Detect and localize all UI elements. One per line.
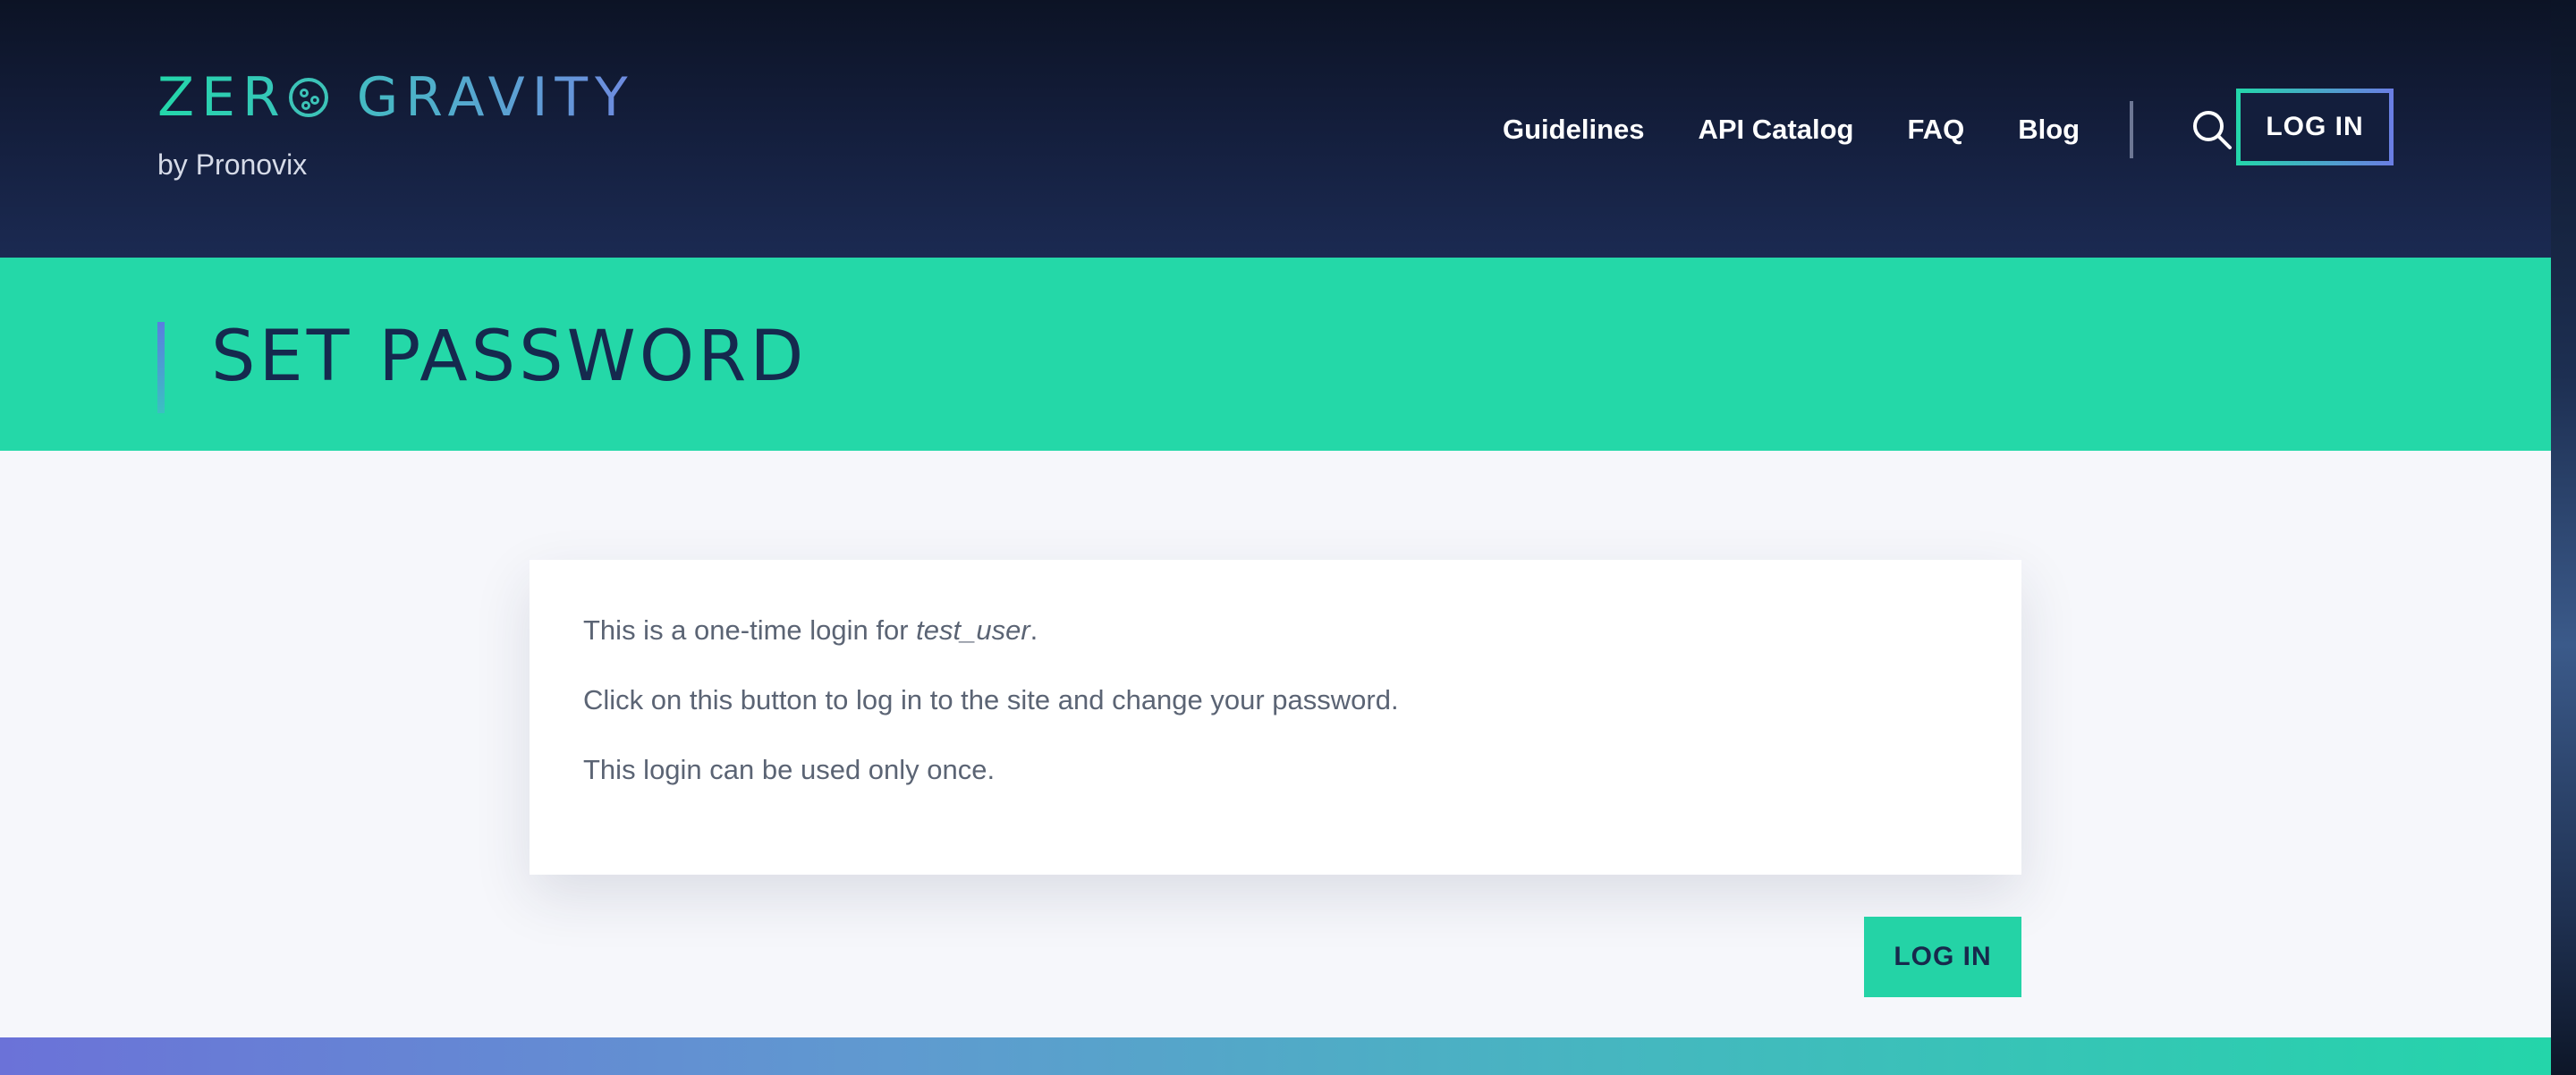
login-info-line-3: This login can be used only once. bbox=[583, 754, 996, 785]
logo-subtitle: by Pronovix bbox=[157, 148, 308, 181]
title-accent-bar bbox=[157, 322, 165, 413]
desktop-background-edge bbox=[2551, 0, 2576, 1075]
login-info-line-1: This is a one-time login for test_user. bbox=[583, 614, 1968, 648]
login-info-suffix: . bbox=[1030, 614, 1038, 646]
logo-wordmark: ZER GRAVITY bbox=[157, 66, 635, 129]
nav-divider bbox=[2130, 101, 2134, 158]
title-band: SET PASSWORD bbox=[0, 258, 2551, 451]
login-info-prefix: This is a one-time login for bbox=[583, 614, 917, 646]
page-title: SET PASSWORD bbox=[211, 317, 808, 397]
search-icon[interactable] bbox=[2189, 106, 2235, 153]
username: test_user bbox=[916, 614, 1030, 646]
logo-planet-icon bbox=[288, 78, 328, 117]
nav-link-blog[interactable]: Blog bbox=[2018, 114, 2080, 146]
site-logo[interactable]: ZER GRAVITY by Pronovix bbox=[157, 66, 635, 182]
logo-text-right: GRAVITY bbox=[356, 66, 635, 129]
nav-link-api-catalog[interactable]: API Catalog bbox=[1698, 114, 1853, 146]
nav-link-faq[interactable]: FAQ bbox=[1907, 114, 1964, 146]
header-login-button[interactable]: LOG IN bbox=[2236, 89, 2394, 165]
page: ZER GRAVITY by Pronovix Guidelines API C… bbox=[0, 0, 2551, 1075]
login-submit-button[interactable]: LOG IN bbox=[1864, 917, 2021, 997]
nav-link-guidelines[interactable]: Guidelines bbox=[1503, 114, 1644, 146]
logo-text-left: ZER bbox=[157, 66, 287, 129]
main-nav: Guidelines API Catalog FAQ Blog bbox=[1503, 89, 2235, 170]
site-header: ZER GRAVITY by Pronovix Guidelines API C… bbox=[0, 0, 2551, 258]
one-time-login-card: This is a one-time login for test_user. … bbox=[530, 560, 2021, 875]
footer-gradient-bar bbox=[0, 1037, 2551, 1075]
login-info-line-2: Click on this button to log in to the si… bbox=[583, 684, 1399, 715]
